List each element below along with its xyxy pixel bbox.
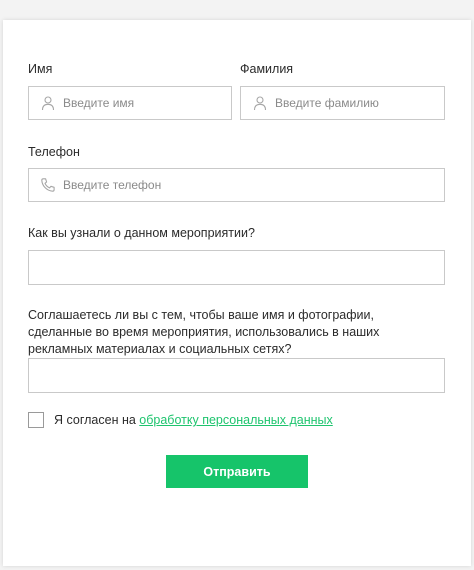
source-field[interactable] xyxy=(28,250,445,285)
source-input[interactable] xyxy=(29,251,444,284)
agreement-checkbox[interactable] xyxy=(28,412,44,428)
phone-input[interactable] xyxy=(57,169,444,201)
first-name-input[interactable] xyxy=(57,87,231,119)
submit-button[interactable]: Отправить xyxy=(166,455,308,488)
phone-label: Телефон xyxy=(28,145,80,159)
photo-consent-field[interactable] xyxy=(28,358,445,393)
phone-field[interactable] xyxy=(28,168,445,202)
personal-data-link[interactable]: обработку персональных данных xyxy=(139,413,332,427)
user-icon xyxy=(39,94,57,112)
first-name-field[interactable] xyxy=(28,86,232,120)
registration-form: Имя Фамилия Телефон Как вы узнал xyxy=(3,20,471,566)
photo-consent-label: Соглашаетесь ли вы с тем, чтобы ваше имя… xyxy=(28,308,380,356)
photo-consent-input[interactable] xyxy=(29,359,444,392)
last-name-label: Фамилия xyxy=(240,62,294,76)
agreement-prefix: Я согласен на xyxy=(54,413,136,427)
last-name-field[interactable] xyxy=(240,86,445,120)
user-icon xyxy=(251,94,269,112)
phone-icon xyxy=(39,176,57,194)
agreement-text: Я согласен на обработку персональных дан… xyxy=(54,413,333,427)
last-name-input[interactable] xyxy=(269,87,444,119)
source-label: Как вы узнали о данном мероприятии? xyxy=(28,226,255,240)
agreement-row: Я согласен на обработку персональных дан… xyxy=(28,412,333,428)
first-name-label: Имя xyxy=(28,62,53,76)
